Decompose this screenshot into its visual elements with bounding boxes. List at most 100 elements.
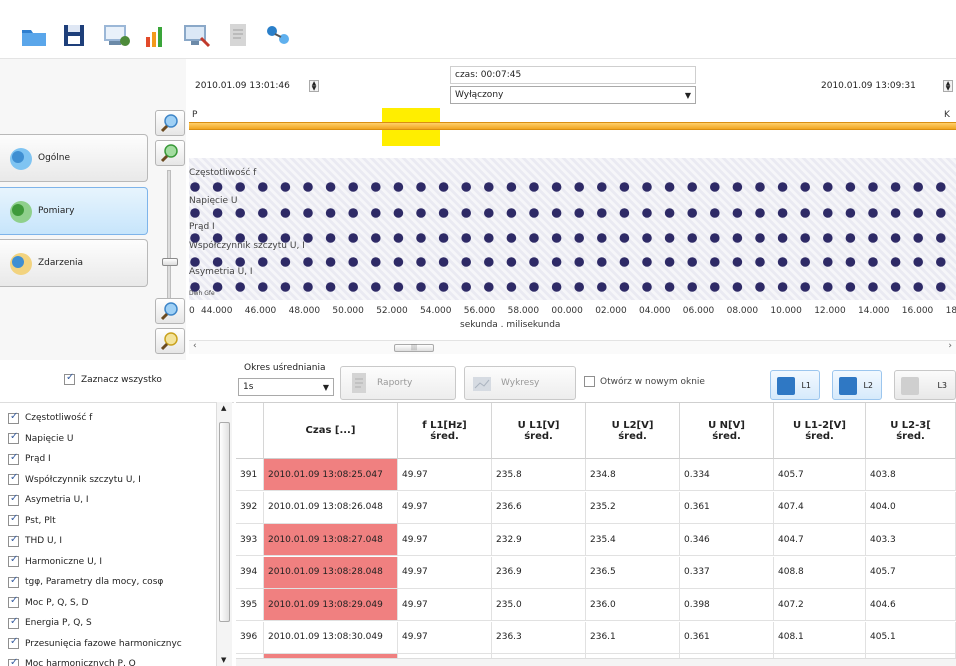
u-l23-cell[interactable]: 403.8: [866, 459, 956, 491]
mode-select[interactable]: Wyłączony ▼: [450, 86, 696, 104]
chart-scroll-thumb[interactable]: |||: [394, 344, 434, 352]
u-l1-cell[interactable]: 236.3: [492, 621, 586, 654]
u-n-cell[interactable]: 0.398: [680, 589, 774, 621]
nav-zdarzenia-button[interactable]: Zdarzenia: [0, 239, 148, 287]
zoom-out-button[interactable]: [155, 298, 185, 324]
parameter-list-item[interactable]: Energia P, Q, S: [8, 614, 92, 632]
f-l1-cell[interactable]: 49.97: [398, 524, 492, 556]
end-date-spinner[interactable]: ▲ ▼: [943, 80, 953, 92]
u-l2-cell[interactable]: 236.1: [586, 621, 680, 654]
start-date-field[interactable]: 2010.01.09 13:01:46 ▲ ▼: [190, 77, 322, 95]
row-number-header[interactable]: [236, 403, 264, 459]
u-l12-cell[interactable]: 407.2: [774, 589, 866, 621]
parameter-list-item[interactable]: Moc harmonicznych P, Q: [8, 655, 136, 666]
checkbox-icon[interactable]: [8, 472, 19, 485]
u-l23-cell[interactable]: 405.1: [866, 621, 956, 654]
u-l12-cell[interactable]: 407.4: [774, 491, 866, 524]
u-l2-cell[interactable]: 235.4: [586, 524, 680, 556]
checkbox-icon[interactable]: [8, 554, 19, 567]
checkbox-icon[interactable]: [8, 431, 19, 444]
parameter-list-item[interactable]: Współczynnik szczytu U, I: [8, 471, 141, 489]
row-number-cell[interactable]: 392: [236, 491, 264, 524]
parameter-list-item[interactable]: Prąd I: [8, 450, 51, 468]
zoom-in-button[interactable]: [155, 110, 185, 136]
scroll-left-arrow-icon[interactable]: ‹: [193, 341, 197, 351]
checkbox-icon[interactable]: [8, 657, 19, 666]
time-cell[interactable]: 2010.01.09 13:08:28.048: [264, 556, 398, 589]
f-l1-cell[interactable]: 49.97: [398, 589, 492, 621]
timeline-window-top[interactable]: [382, 108, 440, 122]
u-l2-cell[interactable]: 234.8: [586, 459, 680, 491]
phase-l1-button[interactable]: L1: [770, 370, 820, 400]
f-l1-cell[interactable]: 49.97: [398, 491, 492, 524]
row-number-cell[interactable]: 393: [236, 524, 264, 556]
table-horizontal-scrollbar[interactable]: [236, 658, 956, 666]
zoom-slider-thumb[interactable]: [162, 258, 178, 266]
u-n-cell[interactable]: 0.361: [680, 621, 774, 654]
f-l1-cell[interactable]: 49.97: [398, 556, 492, 589]
f-l1-header[interactable]: f L1[Hz] śred.: [398, 403, 492, 459]
connection-icon[interactable]: [262, 20, 294, 50]
u-l1-cell[interactable]: 235.0: [492, 589, 586, 621]
u-n-header[interactable]: U N[V] śred.: [680, 403, 774, 459]
parameter-list-item[interactable]: Moc P, Q, S, D: [8, 594, 88, 612]
checkbox-icon[interactable]: [8, 534, 19, 547]
row-number-cell[interactable]: 396: [236, 621, 264, 654]
parameter-list-scrollbar[interactable]: ▲ ▼: [216, 402, 232, 666]
u-n-cell[interactable]: 0.334: [680, 459, 774, 491]
time-header[interactable]: Czas [...]: [264, 403, 398, 459]
f-l1-cell[interactable]: 49.97: [398, 621, 492, 654]
checkbox-icon[interactable]: [8, 595, 19, 608]
reports-button[interactable]: Raporty: [340, 366, 456, 400]
parameter-list-scroll-thumb[interactable]: [219, 422, 230, 622]
u-l12-cell[interactable]: 408.8: [774, 556, 866, 589]
checkbox-icon[interactable]: [8, 636, 19, 649]
checkbox-icon[interactable]: [8, 452, 19, 465]
select-all-checkbox[interactable]: Zaznacz wszystko: [64, 372, 162, 385]
row-number-cell[interactable]: 391: [236, 459, 264, 491]
time-cell[interactable]: 2010.01.09 13:08:29.049: [264, 589, 398, 621]
time-cell[interactable]: 2010.01.09 13:08:30.049: [264, 621, 398, 654]
u-l23-cell[interactable]: 404.6: [866, 589, 956, 621]
parameter-list-item[interactable]: Pst, Plt: [8, 512, 56, 530]
u-l1-cell[interactable]: 235.8: [492, 459, 586, 491]
zoom-slider-track[interactable]: [167, 170, 171, 300]
scroll-right-arrow-icon[interactable]: ›: [948, 341, 952, 351]
scroll-up-arrow-icon[interactable]: ▲: [221, 404, 226, 412]
timeline-bar[interactable]: [189, 122, 956, 130]
parameter-list-item[interactable]: Przesunięcia fazowe harmonicznyc: [8, 635, 182, 653]
u-l2-cell[interactable]: 235.2: [586, 491, 680, 524]
u-l12-cell[interactable]: 405.7: [774, 459, 866, 491]
period-select[interactable]: 1s ▼: [238, 378, 334, 396]
f-l1-cell[interactable]: 49.97: [398, 459, 492, 491]
u-n-cell[interactable]: 0.337: [680, 556, 774, 589]
u-l1-cell[interactable]: 232.9: [492, 524, 586, 556]
open-folder-icon[interactable]: [18, 20, 50, 50]
u-l1-cell[interactable]: 236.9: [492, 556, 586, 589]
u-l23-cell[interactable]: 403.3: [866, 524, 956, 556]
u-l1-cell[interactable]: 236.6: [492, 491, 586, 524]
checkbox-icon[interactable]: [8, 493, 19, 506]
u-l23-cell[interactable]: 404.0: [866, 491, 956, 524]
phase-l3-button[interactable]: L3: [894, 370, 956, 400]
nav-pomiary-button[interactable]: Pomiary: [0, 187, 148, 235]
checkbox-icon[interactable]: [8, 575, 19, 588]
u-l2-header[interactable]: U L2[V] śred.: [586, 403, 680, 459]
timeline-window-bottom[interactable]: [382, 130, 440, 146]
parameter-list-item[interactable]: Asymetria U, I: [8, 491, 89, 509]
parameter-list-item[interactable]: tgφ, Parametry dla mocy, cosφ: [8, 573, 163, 591]
row-number-cell[interactable]: 394: [236, 556, 264, 589]
u-l12-cell[interactable]: 408.1: [774, 621, 866, 654]
u-n-cell[interactable]: 0.346: [680, 524, 774, 556]
checkbox-icon[interactable]: [8, 411, 19, 424]
zoom-reset-button[interactable]: [155, 328, 185, 354]
u-l23-cell[interactable]: 405.7: [866, 556, 956, 589]
zoom-fit-button[interactable]: [155, 140, 185, 166]
chart-horizontal-scrollbar[interactable]: ‹ ||| ›: [189, 340, 956, 354]
u-l12-cell[interactable]: 404.7: [774, 524, 866, 556]
parameter-list-item[interactable]: Napięcie U: [8, 430, 73, 448]
phase-l2-button[interactable]: L2: [832, 370, 882, 400]
u-l1-header[interactable]: U L1[V] śred.: [492, 403, 586, 459]
u-n-cell[interactable]: 0.361: [680, 491, 774, 524]
save-disk-icon[interactable]: [58, 20, 90, 50]
